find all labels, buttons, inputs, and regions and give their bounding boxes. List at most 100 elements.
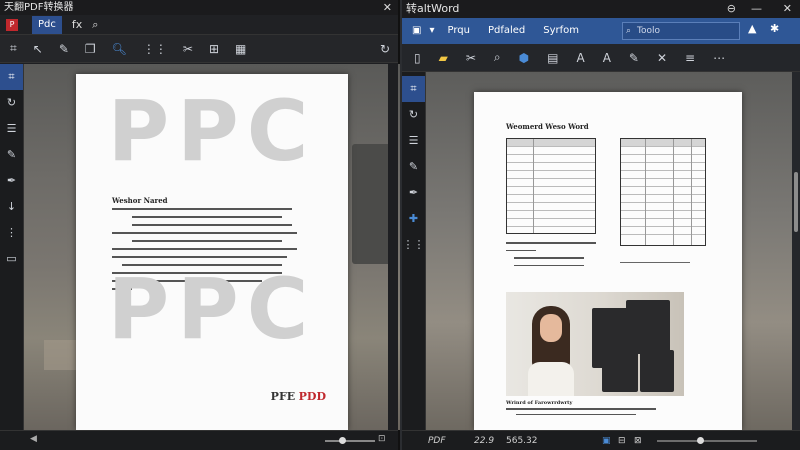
word-sidebar: ⌗ ↻ ☰ ✎ ✒ ✚ ⋮⋮: [402, 72, 426, 430]
search-icon[interactable]: ⌕: [494, 50, 501, 65]
pen-icon[interactable]: ✎: [59, 42, 69, 56]
pdf-toolbar: ⌗ ↖ ✎ ❐ 🔍︎ ⋮⋮ ✂ ⊞ ▦ ↻: [0, 35, 398, 63]
layout-icon[interactable]: ⊞: [209, 42, 219, 56]
pdf-sidebar: ⌗ ↻ ☰ ✎ ✒ ↓ ⋮ ▭: [0, 64, 24, 430]
tab-syrfom[interactable]: Syrfom: [534, 18, 588, 44]
search-icon[interactable]: ⌕: [92, 18, 98, 32]
fit-icon[interactable]: ⊡: [378, 434, 386, 444]
caption-text: [506, 408, 656, 421]
zoom-slider[interactable]: [657, 437, 757, 444]
strike-icon[interactable]: ✕: [657, 51, 667, 65]
pen-icon[interactable]: ✎: [629, 51, 639, 65]
menu-arrow-icon[interactable]: ▾: [425, 18, 438, 44]
more-icon[interactable]: ⋯: [713, 51, 725, 65]
ribbon: ▣ ▾ Prqu Pdfaled Syrfom Toolo ▲ ✱: [402, 18, 800, 44]
tab-prqu[interactable]: Prqu: [438, 18, 478, 44]
word-logo-icon[interactable]: ▣: [408, 18, 425, 44]
rotate-icon[interactable]: ↻: [402, 102, 425, 128]
pdf-statusbar: ◀ ⊡: [0, 430, 398, 450]
pointer-icon[interactable]: ↖: [33, 42, 43, 56]
zoom-icon[interactable]: 🔍︎: [112, 42, 127, 56]
tiles-icon[interactable]: ▦: [235, 42, 246, 56]
tab-fx[interactable]: fx: [72, 18, 82, 31]
eraser-icon[interactable]: ✎: [402, 154, 425, 180]
cross-icon[interactable]: ✚: [402, 206, 425, 232]
minimize-icon[interactable]: —: [751, 0, 762, 18]
tab-pdfaled[interactable]: Pdfaled: [479, 18, 534, 44]
footer-brand-a: PFE: [270, 390, 296, 403]
word-titlebar: 转altWord ⊖ — ✕: [402, 0, 800, 18]
text-icon[interactable]: ⋮: [0, 220, 23, 246]
grid-icon[interactable]: ⌗: [10, 41, 17, 56]
folder-icon[interactable]: ▭: [0, 246, 23, 272]
shield-icon[interactable]: ⬢: [519, 51, 529, 65]
pdf-page: PPC Weshor Nared PPC PFE PDD: [76, 74, 348, 430]
restore-icon[interactable]: ⊖: [727, 0, 736, 18]
photo-image: [506, 292, 684, 396]
pdf-titlebar: 天翻PDF转换器 ✕: [0, 0, 398, 15]
pdf-logo-icon: P: [6, 18, 18, 31]
layout-icon[interactable]: ▯: [414, 51, 421, 65]
table-left: [506, 138, 596, 234]
page-heading: Weshor Nared: [112, 196, 168, 205]
font-size-icon[interactable]: A: [603, 51, 611, 65]
share-icon[interactable]: ✱: [770, 22, 779, 35]
word-canvas: Weomerd Weso Word Wrinrd of Farowrrdwrty: [426, 72, 800, 430]
align-icon[interactable]: ≡: [685, 51, 695, 65]
copy-icon[interactable]: ❐: [85, 42, 96, 56]
woman-figure: [528, 306, 574, 396]
status-size: 565.32: [506, 436, 538, 446]
status-zoom: 22.9: [474, 436, 495, 446]
rotate-icon[interactable]: ↻: [0, 90, 23, 116]
zoom-slider[interactable]: [325, 437, 375, 444]
cut-icon[interactable]: ✂: [466, 51, 476, 65]
pdf-window: 天翻PDF转换器 ✕ P Pdc fx ⌕ ⌗ ↖ ✎ ❐ 🔍︎ ⋮⋮ ✂ ⊞ …: [0, 0, 400, 450]
table-icon[interactable]: ▤: [547, 51, 558, 65]
word-statusbar: PDF 22.9 565.32 ▣ ⊟ ⊠: [402, 430, 800, 450]
grid-dots-icon[interactable]: ⋮⋮: [402, 232, 425, 258]
vertical-scrollbar[interactable]: [388, 64, 398, 430]
word-page: Weomerd Weso Word Wrinrd of Farowrrdwrty: [474, 92, 742, 430]
pdf-canvas: PPC Weshor Nared PPC PFE PDD: [24, 64, 400, 430]
list-icon[interactable]: ☰: [0, 116, 23, 142]
background-monitor: [352, 144, 392, 264]
window-title: 天翻PDF转换器: [4, 2, 74, 13]
arrow-down-icon[interactable]: ↓: [0, 194, 23, 220]
font-icon[interactable]: A: [576, 51, 584, 65]
refresh-icon[interactable]: ↻: [380, 42, 390, 56]
highlight-icon[interactable]: ▰: [439, 51, 448, 65]
big-word-top: PPC: [107, 82, 317, 180]
vertical-scrollbar[interactable]: [792, 72, 800, 430]
body-text: [506, 242, 606, 272]
view-icon[interactable]: ▣: [602, 431, 611, 450]
list-icon[interactable]: ☰: [402, 128, 425, 154]
photo-caption: Wrinrd of Farowrrdwrty: [506, 400, 573, 406]
close-icon[interactable]: ✕: [383, 0, 392, 15]
status-format: PDF: [428, 436, 446, 446]
word-toolbar: ▯ ▰ ✂ ⌕ ⬢ ▤ A A ✎ ✕ ≡ ⋯: [402, 44, 800, 72]
crop-icon[interactable]: ✂: [183, 42, 193, 56]
thumbnails-icon[interactable]: ⌗: [0, 64, 23, 90]
read-view-icon[interactable]: ⊠: [634, 431, 642, 450]
footer-brand: PFE PDD: [271, 390, 326, 403]
screen: 天翻PDF转换器 ✕ P Pdc fx ⌕ ⌗ ↖ ✎ ❐ 🔍︎ ⋮⋮ ✂ ⊞ …: [0, 0, 800, 450]
window-title: 转altWord: [406, 2, 460, 15]
close-icon[interactable]: ✕: [783, 0, 792, 18]
rule: [620, 262, 690, 263]
word-window: 转altWord ⊖ — ✕ ▣ ▾ Prqu Pdfaled Syrfom T…: [402, 0, 800, 450]
brush-icon[interactable]: ✎: [0, 142, 23, 168]
layout-view-icon[interactable]: ⊟: [618, 431, 626, 450]
thumbnails-icon[interactable]: ⌗: [402, 76, 425, 102]
pen-tool-icon[interactable]: ✒: [0, 168, 23, 194]
pdf-tabbar: P Pdc fx ⌕: [0, 15, 398, 35]
footer-brand-b: PDD: [298, 390, 326, 403]
big-word-bottom: PPC: [107, 260, 317, 358]
table-right: [620, 138, 706, 246]
select-icon[interactable]: ⋮⋮: [143, 42, 167, 56]
pen-tool-icon[interactable]: ✒: [402, 180, 425, 206]
tab-pdc[interactable]: Pdc: [32, 15, 62, 34]
page-prev-icon[interactable]: ◀: [30, 434, 37, 444]
page-heading: Weomerd Weso Word: [506, 122, 589, 131]
search-input[interactable]: Toolo: [622, 22, 740, 40]
tasks-icon[interactable]: ▲: [748, 22, 756, 35]
